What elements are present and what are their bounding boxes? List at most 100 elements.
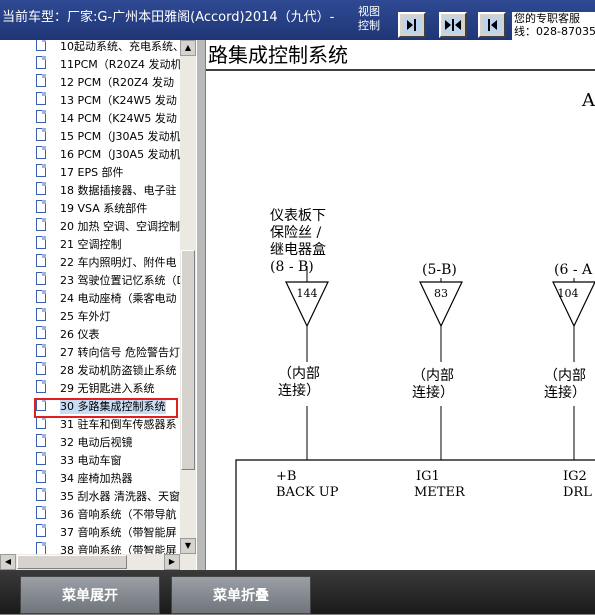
pin-label-3: IG2 — [563, 469, 587, 484]
pin-label-2: IG1 — [416, 469, 440, 484]
tree-item[interactable]: 25 车外灯 — [0, 306, 180, 324]
tree-item[interactable]: 32 电动后视镜 — [0, 432, 180, 450]
tree-item-label: 22 车内照明灯、附件电 — [60, 256, 177, 269]
tree-item[interactable]: 35 刮水器 清洗器、天窗 — [0, 486, 180, 504]
tree-item-label: 20 加热 空调、空调控制 — [60, 220, 180, 233]
menu-tree: 10起动系统、充电系统、 11PCM（R20Z4 发动机 12 PCM（R20Z4 … — [0, 40, 196, 570]
document-icon — [36, 254, 46, 267]
service-line-1: 您的专职客服 — [514, 12, 580, 25]
tree-item[interactable]: 22 车内照明灯、附件电 — [0, 252, 180, 270]
tree-item-label: 21 空调控制 — [60, 238, 122, 251]
tree-item[interactable]: 20 加热 空调、空调控制 — [0, 216, 180, 234]
document-icon — [36, 326, 46, 339]
fuse-number: 104 — [558, 287, 579, 300]
fuse-box-label-1: 仪表板下 — [270, 208, 326, 224]
document-icon — [36, 506, 46, 519]
fuse-box-label-3: 继电器盒 — [270, 241, 326, 258]
document-icon — [36, 470, 46, 483]
menu-tree-items: 10起动系统、充电系统、 11PCM（R20Z4 发动机 12 PCM（R20Z4 … — [0, 40, 185, 570]
tree-item[interactable]: 19 VSA 系统部件 — [0, 198, 180, 216]
tree-item-label: 12 PCM（R20Z4 发动 — [60, 76, 174, 89]
tree-item-label: 25 车外灯 — [60, 310, 111, 323]
tree-item[interactable]: 18 数据插接器、电子驻 — [0, 180, 180, 198]
scroll-right-arrow-icon[interactable]: ▶ — [164, 554, 180, 570]
tree-item-label: 32 电动后视镜 — [60, 436, 133, 449]
document-icon — [36, 218, 46, 231]
tree-item-label: 15 PCM（J30A5 发动机 — [60, 130, 181, 143]
service-line-2: 线：028-87035 — [514, 25, 595, 38]
tree-item[interactable]: 15 PCM（J30A5 发动机 — [0, 126, 181, 144]
tree-item[interactable]: 24 电动座椅（乘客电动 — [0, 288, 180, 306]
pin-function-3: DRL — [563, 485, 592, 500]
view-right-pane-button[interactable] — [398, 12, 426, 38]
scroll-left-arrow-icon[interactable]: ◀ — [0, 554, 16, 570]
document-icon — [36, 524, 46, 537]
tree-item[interactable]: 16 PCM（J30A5 发动机 — [0, 144, 181, 162]
tree-item-label: 35 刮水器 清洗器、天窗 — [60, 490, 180, 503]
document-icon — [36, 362, 46, 375]
tree-item-label: 28 发动机防盗锁止系统 — [60, 364, 177, 377]
selected-item-highlight — [34, 398, 178, 418]
tree-item[interactable]: 14 PCM（K24W5 发动 — [0, 108, 180, 126]
document-icon — [36, 40, 46, 51]
horizontal-scroll-thumb[interactable] — [17, 555, 127, 569]
menu-collapse-button[interactable]: 菜单折叠 — [171, 576, 311, 614]
tree-item-label: 18 数据插接器、电子驻 — [60, 184, 177, 197]
tree-item-label: 14 PCM（K24W5 发动 — [60, 112, 177, 125]
tree-item[interactable]: 37 音响系统（带智能屏 — [0, 522, 180, 540]
fuse-column-3: 104 （内部 连接） — [544, 278, 595, 460]
document-icon — [36, 236, 46, 249]
document-icon — [36, 146, 46, 159]
section-letter: A — [581, 90, 595, 111]
view-left-pane-button[interactable] — [478, 12, 506, 38]
document-icon — [36, 92, 46, 105]
wiring-diagram-pane: 路集成控制系统 A 仪表板下 保险丝 / 继电器盒 (8 - B) (5-B) … — [206, 40, 595, 570]
tree-item-label: 23 驾驶位置记忆系统（D — [60, 274, 185, 287]
service-hotline: 您的专职客服 线：028-87035 — [512, 12, 595, 40]
tree-item[interactable]: 27 转向信号 危险警告灯 — [0, 342, 180, 360]
scroll-down-arrow-icon[interactable]: ▼ — [180, 538, 196, 554]
tree-item[interactable]: 28 发动机防盗锁止系统 — [0, 360, 180, 378]
tree-horizontal-scrollbar[interactable]: ◀ ▶ — [0, 554, 196, 570]
internal-connection-label: （内部 — [412, 368, 454, 384]
tree-item[interactable]: 36 音响系统（不带导航 — [0, 504, 180, 522]
internal-connection-label: 连接） — [278, 382, 320, 399]
pin-function-1: BACK UP — [276, 485, 339, 500]
tree-item[interactable]: 34 座椅加热器 — [0, 468, 180, 486]
tree-item[interactable]: 21 空调控制 — [0, 234, 180, 252]
tree-item-label: 29 无钥匙进入系统 — [60, 382, 155, 395]
tree-item[interactable]: 12 PCM（R20Z4 发动 — [0, 72, 180, 90]
tree-vertical-scrollbar[interactable]: ▲ ▼ — [180, 40, 196, 554]
tree-item-label: 24 电动座椅（乘客电动 — [60, 292, 177, 305]
tree-item-label: 27 转向信号 危险警告灯 — [60, 346, 180, 359]
tree-item-label: 34 座椅加热器 — [60, 472, 133, 485]
pane-splitter[interactable] — [196, 40, 206, 570]
pin-label-1: +B — [276, 469, 296, 484]
tree-item[interactable]: 17 EPS 部件 — [0, 162, 180, 180]
tree-item-label: 37 音响系统（带智能屏 — [60, 526, 177, 539]
document-icon — [36, 308, 46, 321]
tree-item[interactable]: 23 驾驶位置记忆系统（D — [0, 270, 185, 288]
tree-item[interactable]: 26 仪表 — [0, 324, 180, 342]
tree-item-label: 31 驻车和倒车传感器系 — [60, 418, 177, 431]
tree-item[interactable]: 13 PCM（K24W5 发动 — [0, 90, 180, 108]
tree-item[interactable]: 10起动系统、充电系统、 — [0, 40, 184, 54]
top-bar: 当前车型：厂家:G-广州本田雅阁(Accord)2014（九代）- 视图控制 您… — [0, 0, 595, 40]
menu-expand-button[interactable]: 菜单展开 — [20, 576, 160, 614]
current-vehicle-text: 当前车型：厂家:G-广州本田雅阁(Accord)2014（九代）- — [2, 10, 335, 25]
internal-connection-label: （内部 — [544, 368, 586, 384]
scroll-up-arrow-icon[interactable]: ▲ — [180, 40, 196, 56]
document-icon — [36, 56, 46, 69]
tree-item[interactable]: 33 电动车窗 — [0, 450, 180, 468]
fuse-column-1: 144 （内部 连接） — [278, 266, 329, 460]
internal-connection-label: 连接） — [412, 384, 454, 401]
document-icon — [36, 128, 46, 141]
fuse-number: 144 — [297, 287, 318, 300]
view-split-button[interactable] — [439, 12, 467, 38]
tree-item[interactable]: 29 无钥匙进入系统 — [0, 378, 180, 396]
tree-item-label: 13 PCM（K24W5 发动 — [60, 94, 177, 107]
tree-item[interactable]: 11PCM（R20Z4 发动机 — [0, 54, 181, 72]
document-icon — [36, 74, 46, 87]
document-icon — [36, 110, 46, 123]
vertical-scroll-thumb[interactable] — [181, 250, 195, 470]
